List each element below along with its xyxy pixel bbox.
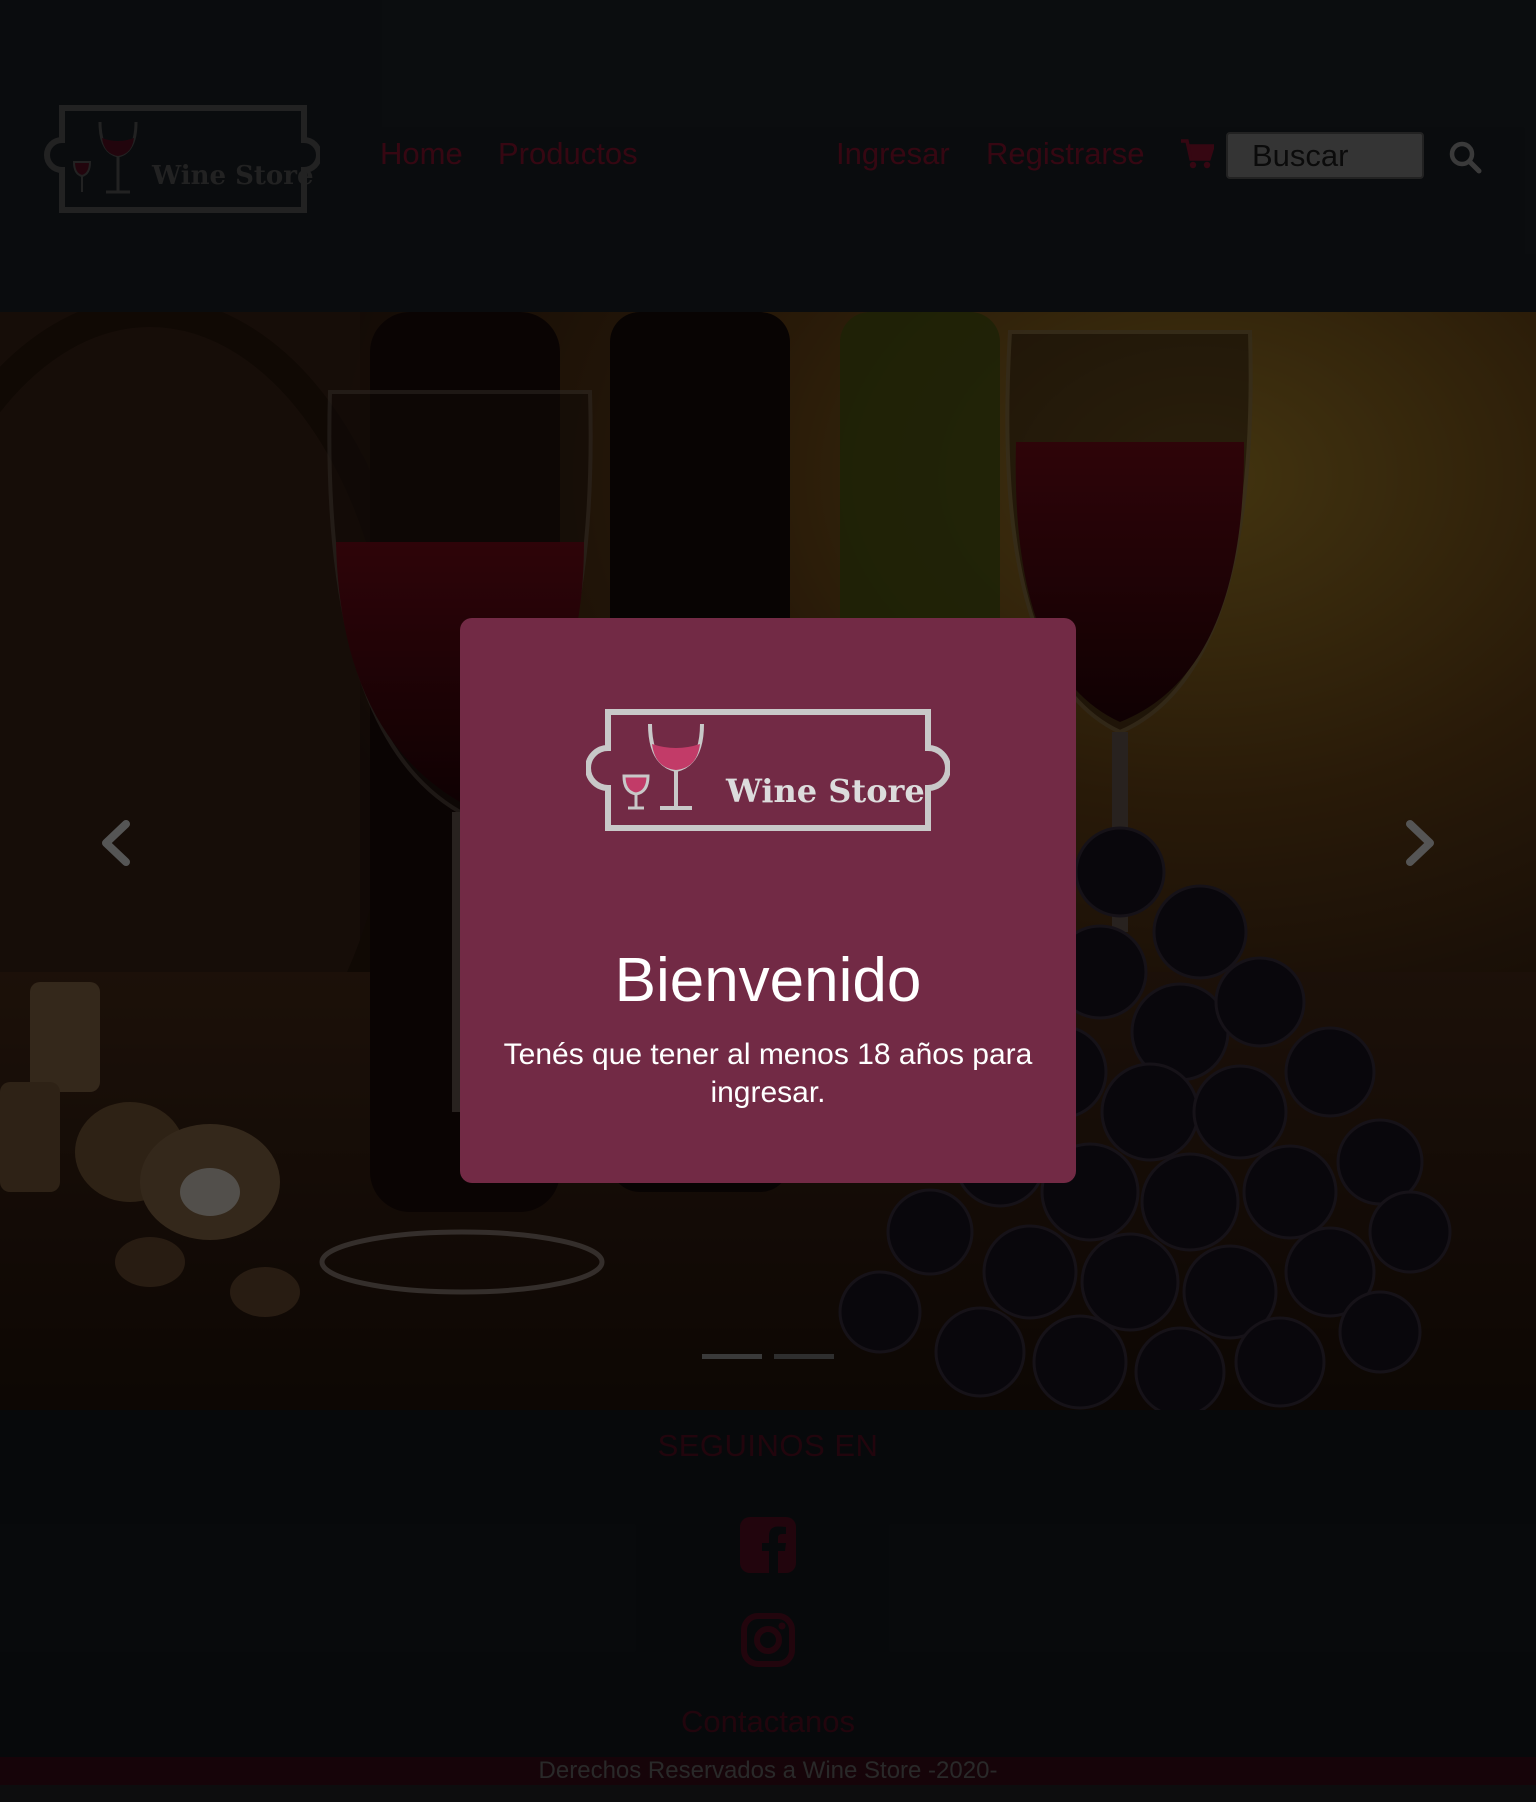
- wine-store-logo: Wine Store: [586, 709, 950, 831]
- bottom-strip: [0, 1785, 1536, 1802]
- logo-text: Wine Store: [151, 161, 313, 191]
- shopping-cart-icon[interactable]: [1180, 138, 1214, 170]
- modal-logo-text: Wine Store: [725, 772, 925, 810]
- nav-home-link[interactable]: Home: [380, 136, 463, 172]
- chevron-left-icon[interactable]: [96, 820, 136, 866]
- age-verification-modal: Wine Store Bienvenido Tenés que tener al…: [460, 618, 1076, 1183]
- carousel-indicator-2[interactable]: [774, 1354, 834, 1359]
- wine-store-logo[interactable]: Wine Store: [44, 100, 320, 218]
- modal-message: Tenés que tener al menos 18 años para in…: [503, 1038, 1033, 1109]
- nav-products-link[interactable]: Productos: [498, 136, 638, 172]
- magnifier-icon[interactable]: [1448, 140, 1482, 174]
- nav-login-link[interactable]: Ingresar: [836, 136, 950, 172]
- carousel-indicator-1[interactable]: [702, 1354, 762, 1359]
- site-header: Wine Store Home Productos Ingresar Regis…: [0, 0, 1536, 312]
- chevron-right-icon[interactable]: [1400, 820, 1440, 866]
- copyright-text: Derechos Reservados a Wine Store -2020-: [538, 1757, 998, 1784]
- facebook-icon[interactable]: [740, 1517, 796, 1573]
- instagram-icon[interactable]: [740, 1612, 796, 1668]
- modal-title: Bienvenido: [614, 946, 922, 1015]
- contact-link[interactable]: Contactanos: [0, 1702, 1536, 1742]
- nav-register-link[interactable]: Registrarse: [986, 136, 1145, 172]
- copyright-bar: Derechos Reservados a Wine Store -2020-: [0, 1757, 1536, 1785]
- follow-us-title: SEGUINOS EN: [657, 1428, 879, 1463]
- search-input[interactable]: [1226, 132, 1424, 179]
